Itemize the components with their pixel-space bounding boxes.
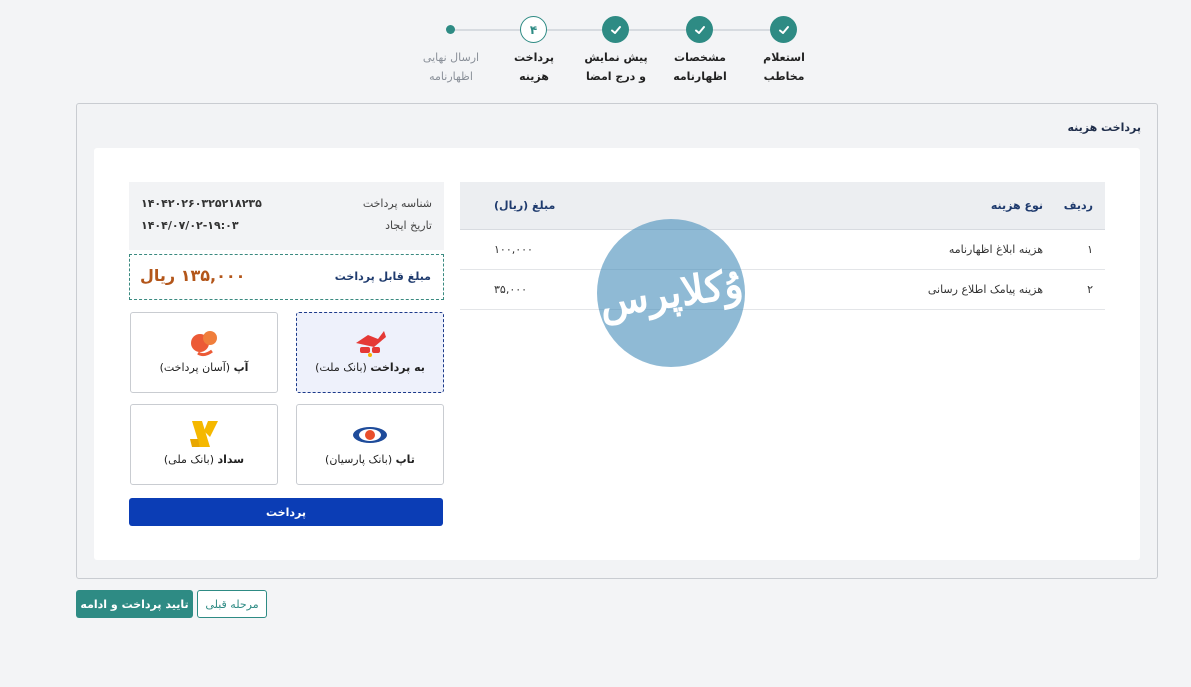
gateway-tap-label: تاپ (بانک پارسیان) (325, 453, 415, 466)
gateway-sadad[interactable]: سداد (بانک ملی) (130, 404, 278, 485)
payable-amount-label: مبلغ قابل پرداخت (334, 270, 431, 283)
tap-logo-icon (350, 417, 390, 451)
watermark-text: وُکلاپرس (596, 259, 746, 327)
gateway-ap[interactable]: آپ (آسان پرداخت) (130, 312, 278, 393)
row-index: ۲ (1087, 283, 1093, 296)
row-type: هزینه پیامک اطلاع رسانی (927, 283, 1043, 296)
step-2-check-icon (686, 16, 713, 43)
payment-info: شناسه پرداخت ۱۴۰۴۲۰۲۶۰۳۲۵۲۱۸۲۳۵ تاریخ ای… (129, 182, 444, 250)
ap-logo-icon (184, 325, 224, 359)
created-date-value: ۱۴۰۴/۰۷/۰۲-۱۹:۰۳ (141, 219, 239, 232)
step-4-current-indicator: ۴ (520, 16, 547, 43)
header-type: نوع هزینه (990, 199, 1043, 212)
header-amount: مبلغ (ریال) (494, 199, 556, 212)
pay-button[interactable]: پرداخت (129, 498, 443, 526)
row-amount: ۳۵,۰۰۰ (494, 283, 528, 296)
created-date-label: تاریخ ایجاد (385, 219, 432, 232)
step-3-check-icon (602, 16, 629, 43)
sadad-logo-icon (184, 417, 224, 451)
gateway-sadad-label: سداد (بانک ملی) (163, 453, 245, 466)
card-title: پرداخت هزینه (1067, 121, 1141, 134)
table-row: ۱ هزینه ابلاغ اظهارنامه ۱۰۰,۰۰۰ (460, 230, 1105, 270)
step-1-check-icon (770, 16, 797, 43)
payable-amount-value: ۱۳۵,۰۰۰ ریال (140, 266, 246, 285)
gateway-behpardakht[interactable]: به پرداخت (بانک ملت) (296, 312, 444, 393)
header-index: ردیف (1063, 199, 1093, 212)
payment-id-label: شناسه پرداخت (362, 197, 432, 210)
table-row: ۲ هزینه پیامک اطلاع رسانی ۳۵,۰۰۰ (460, 270, 1105, 310)
gateway-grid: به پرداخت (بانک ملت) آپ (آسان پرداخت) تا… (129, 312, 444, 486)
payment-panel: شناسه پرداخت ۱۴۰۴۲۰۲۶۰۳۲۵۲۱۸۲۳۵ تاریخ ای… (129, 182, 444, 526)
gateway-tap[interactable]: تاپ (بانک پارسیان) (296, 404, 444, 485)
row-index: ۱ (1087, 243, 1093, 256)
gateway-ap-label: آپ (آسان پرداخت) (159, 361, 249, 374)
previous-step-button[interactable]: مرحله قبلی (197, 590, 267, 618)
payment-card: پرداخت هزینه ردیف نوع هزینه مبلغ (ریال) … (76, 103, 1158, 579)
table-header: ردیف نوع هزینه مبلغ (ریال) (460, 182, 1105, 230)
payment-id-row: شناسه پرداخت ۱۴۰۴۲۰۲۶۰۳۲۵۲۱۸۲۳۵ (141, 197, 432, 210)
card-body: ردیف نوع هزینه مبلغ (ریال) ۱ هزینه ابلاغ… (94, 148, 1140, 560)
row-type: هزینه ابلاغ اظهارنامه (948, 243, 1043, 256)
confirm-and-continue-button[interactable]: تایید پرداخت و ادامه (76, 590, 193, 618)
payment-id-value: ۱۴۰۴۲۰۲۶۰۳۲۵۲۱۸۲۳۵ (141, 197, 262, 210)
gateway-behpardakht-label: به پرداخت (بانک ملت) (315, 361, 425, 374)
payable-amount-box: مبلغ قابل پرداخت ۱۳۵,۰۰۰ ریال (129, 254, 444, 300)
row-amount: ۱۰۰,۰۰۰ (494, 243, 533, 256)
cost-table: ردیف نوع هزینه مبلغ (ریال) ۱ هزینه ابلاغ… (460, 182, 1105, 310)
progress-stepper: ۴ استعلام مخاطب مشخصات اظهارنامه پیش نما… (0, 0, 1191, 100)
behpardakht-logo-icon (350, 325, 390, 359)
step-5-label: ارسال نهایی اظهارنامه (422, 51, 480, 83)
watermark-logo: وُکلاپرس (596, 219, 746, 367)
step-5-pending-dot (446, 25, 455, 34)
created-date-row: تاریخ ایجاد ۱۴۰۴/۰۷/۰۲-۱۹:۰۳ (141, 219, 432, 232)
